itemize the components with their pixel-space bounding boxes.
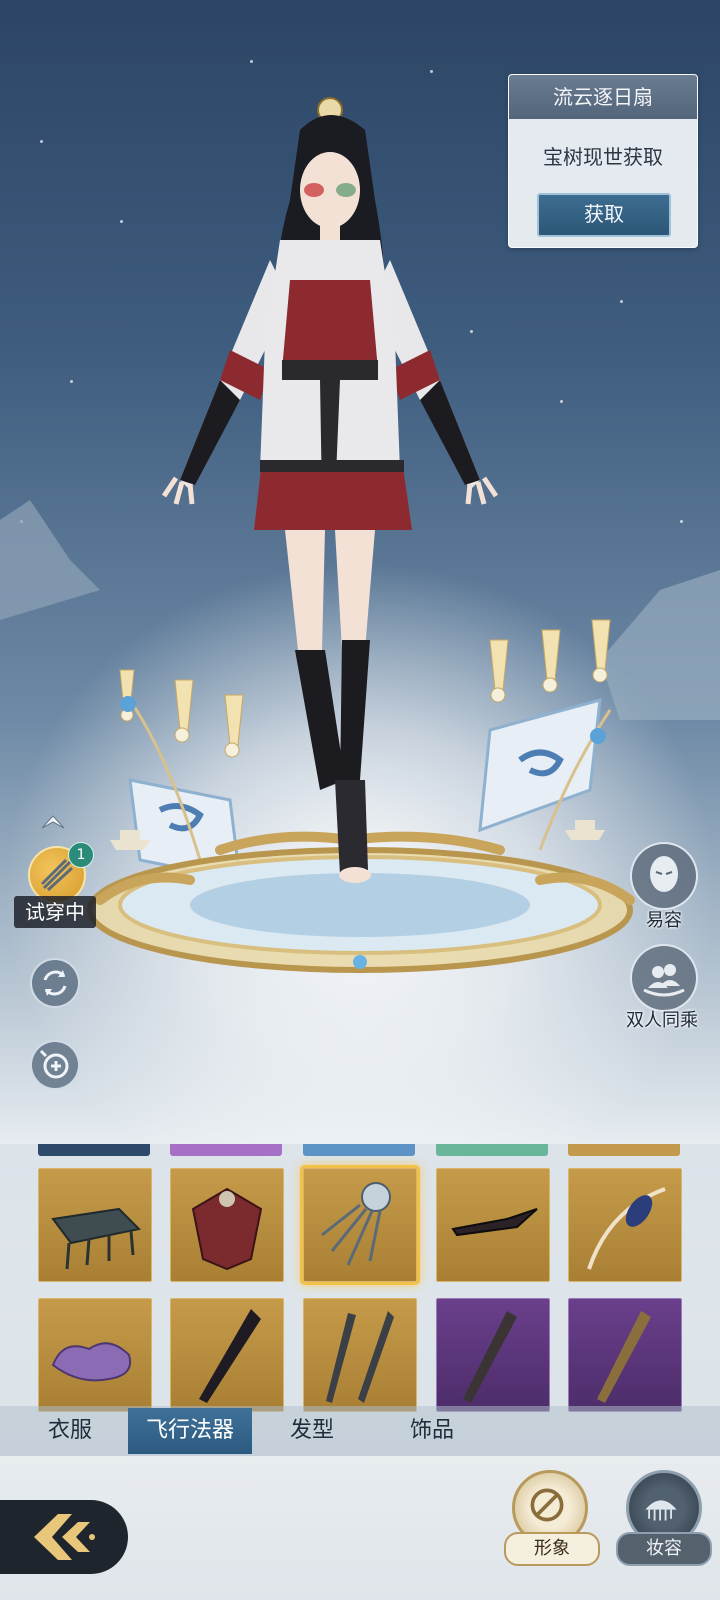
try-on-label: 试穿中 xyxy=(14,896,96,928)
row0-strip-3 xyxy=(303,1144,415,1156)
dark-blade-icon xyxy=(451,1208,538,1237)
try-on-count-badge: 1 xyxy=(68,842,94,868)
row0-strip-1 xyxy=(38,1144,150,1156)
back-arrow-icon xyxy=(34,1514,95,1560)
collapse-up-icon[interactable] xyxy=(38,808,68,838)
dark-sword-icon xyxy=(463,1311,517,1403)
peacock-bow-icon xyxy=(587,1187,666,1270)
back-button[interactable] xyxy=(0,1500,128,1574)
makeup-label: 妆容 xyxy=(616,1532,712,1566)
row0-strip-4 xyxy=(436,1144,548,1156)
tab-flying-artifact[interactable]: 飞行法器 xyxy=(128,1408,252,1454)
duo-ride-button[interactable] xyxy=(630,944,698,1012)
item-slot[interactable] xyxy=(38,1298,152,1412)
face-change-button[interactable] xyxy=(630,842,698,910)
item-slot[interactable] xyxy=(38,1168,152,1282)
item-slot[interactable] xyxy=(568,1298,682,1412)
zoom-in-icon xyxy=(39,1049,69,1079)
twin-swords-icon xyxy=(326,1311,394,1403)
two-people-icon xyxy=(643,964,685,997)
row0-strip-5 xyxy=(568,1144,680,1156)
comb-icon xyxy=(645,1500,677,1521)
black-sword-icon xyxy=(199,1309,261,1403)
item-slot[interactable] xyxy=(568,1168,682,1282)
item-slot[interactable] xyxy=(436,1168,550,1282)
tab-accessories[interactable]: 饰品 xyxy=(382,1408,482,1454)
item-slot[interactable] xyxy=(436,1298,550,1412)
obtain-button[interactable]: 获取 xyxy=(537,193,671,237)
winged-artifact-icon xyxy=(191,1187,263,1271)
rotate-icon xyxy=(43,970,67,996)
item-slot-selected[interactable] xyxy=(303,1168,417,1282)
appearance-label: 形象 xyxy=(504,1532,600,1566)
cloud-gourd-icon xyxy=(51,1342,131,1382)
tab-clothes[interactable]: 衣服 xyxy=(20,1408,120,1454)
face-mask-icon xyxy=(650,856,678,892)
duo-ride-label: 双人同乘 xyxy=(626,1010,698,1031)
zoom-button[interactable] xyxy=(30,1040,80,1090)
face-change-label: 易容 xyxy=(646,910,682,931)
item-slot[interactable] xyxy=(170,1298,284,1412)
raft-icon xyxy=(51,1207,142,1270)
gold-sword-icon xyxy=(597,1311,651,1403)
item-slot[interactable] xyxy=(303,1298,417,1412)
fan-artifact-icon xyxy=(321,1182,391,1266)
no-entry-icon xyxy=(530,1488,564,1522)
rotate-button[interactable] xyxy=(30,958,80,1008)
tab-hairstyle[interactable]: 发型 xyxy=(262,1408,362,1454)
character-model xyxy=(161,97,499,883)
row0-strip-2 xyxy=(170,1144,282,1156)
item-slot[interactable] xyxy=(170,1168,284,1282)
